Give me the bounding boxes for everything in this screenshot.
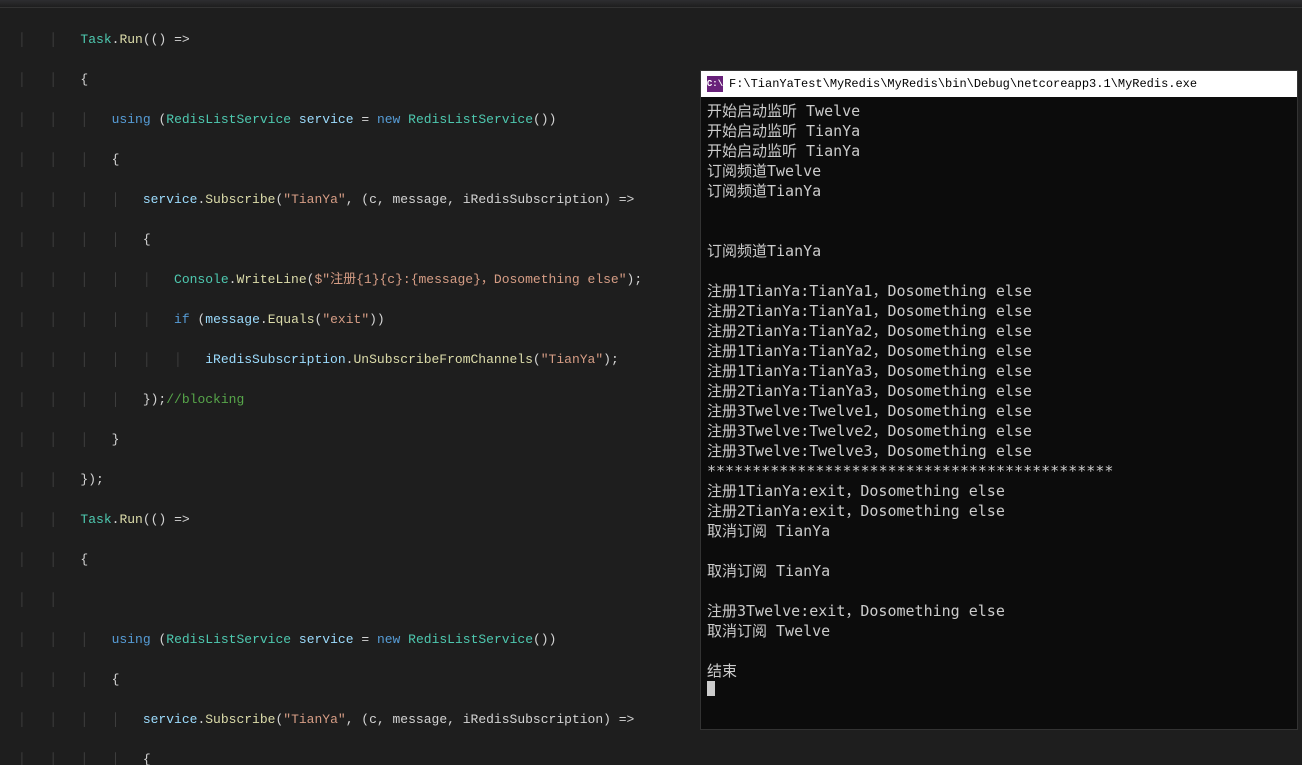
code-line: │ │ │ │ { — [18, 230, 700, 250]
code-line: │ │ │ using (RedisListService service = … — [18, 110, 700, 130]
code-line: │ │ Task.Run(() => — [18, 510, 700, 530]
code-line: │ │ │ using (RedisListService service = … — [18, 630, 700, 650]
code-line: │ │ │ │ │ │ iRedisSubscription.UnSubscri… — [18, 350, 700, 370]
console-window[interactable]: C:\ F:\TianYaTest\MyRedis\MyRedis\bin\De… — [700, 70, 1298, 730]
code-line: │ │ │ { — [18, 670, 700, 690]
console-cursor — [707, 681, 715, 696]
code-editor[interactable]: │ │ Task.Run(() => │ │ { │ │ │ using (Re… — [0, 10, 700, 765]
editor-top-border — [0, 0, 1302, 8]
code-line: │ │ }); — [18, 470, 700, 490]
console-title-text: F:\TianYaTest\MyRedis\MyRedis\bin\Debug\… — [729, 77, 1197, 91]
console-app-icon: C:\ — [707, 76, 723, 92]
code-line: │ │ — [18, 590, 700, 610]
code-line: │ │ │ │ service.Subscribe("TianYa", (c, … — [18, 190, 700, 210]
code-line: │ │ │ │ │ if (message.Equals("exit")) — [18, 310, 700, 330]
code-line: │ │ Task.Run(() => — [18, 30, 700, 50]
code-line: │ │ │ { — [18, 150, 700, 170]
code-line: │ │ │ } — [18, 430, 700, 450]
code-line: │ │ │ │ });//blocking — [18, 390, 700, 410]
code-line: │ │ │ │ service.Subscribe("TianYa", (c, … — [18, 710, 700, 730]
code-line: │ │ { — [18, 550, 700, 570]
console-titlebar[interactable]: C:\ F:\TianYaTest\MyRedis\MyRedis\bin\De… — [701, 71, 1297, 97]
code-line: │ │ { — [18, 70, 700, 90]
code-line: │ │ │ │ { — [18, 750, 700, 765]
code-line: │ │ │ │ │ Console.WriteLine($"注册{1}{c}:{… — [18, 270, 700, 290]
console-output[interactable]: 开始启动监听 Twelve 开始启动监听 TianYa 开始启动监听 TianY… — [701, 97, 1297, 705]
